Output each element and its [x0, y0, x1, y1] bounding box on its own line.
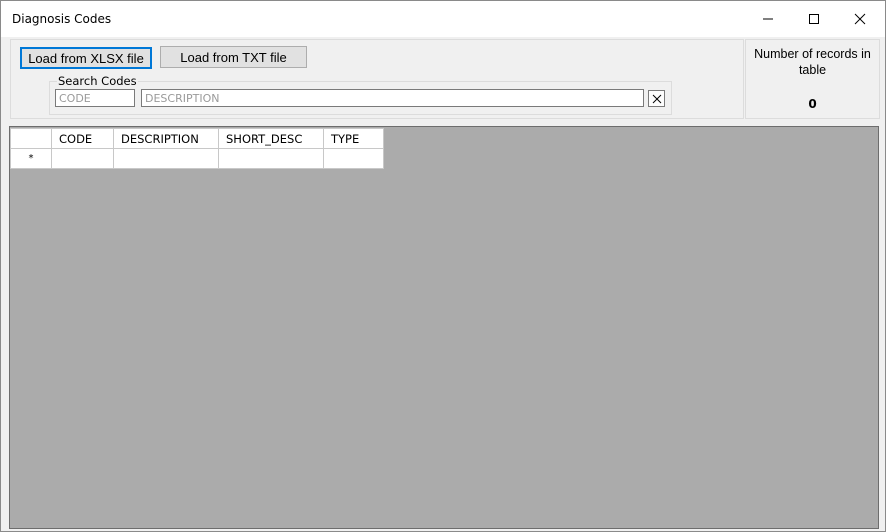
- diagnosis-codes-window: Diagnosis Codes Load from XLSX file Load…: [0, 0, 886, 532]
- grid-table: CODE DESCRIPTION SHORT_DESC TYPE *: [10, 128, 384, 169]
- minimize-icon: [763, 18, 773, 20]
- new-row-code-cell[interactable]: [51, 148, 114, 169]
- close-button[interactable]: [837, 1, 883, 37]
- new-row-type-cell[interactable]: [323, 148, 384, 169]
- grid-header-row: CODE DESCRIPTION SHORT_DESC TYPE: [10, 128, 384, 149]
- close-icon: [854, 13, 866, 25]
- new-row-short-desc-cell[interactable]: [218, 148, 324, 169]
- column-header-code[interactable]: CODE: [51, 128, 114, 149]
- column-header-short-desc[interactable]: SHORT_DESC: [218, 128, 324, 149]
- load-xlsx-button[interactable]: Load from XLSX file: [20, 47, 152, 69]
- records-count-value: 0: [808, 97, 817, 111]
- clear-icon: [652, 94, 661, 103]
- column-header-type[interactable]: TYPE: [323, 128, 384, 149]
- window-title: Diagnosis Codes: [12, 12, 112, 26]
- records-count-label: Number of records in table: [754, 47, 871, 77]
- clear-search-button[interactable]: [648, 90, 665, 107]
- code-search-input[interactable]: CODE: [55, 89, 135, 107]
- column-header-description[interactable]: DESCRIPTION: [113, 128, 219, 149]
- new-row[interactable]: *: [10, 148, 384, 169]
- maximize-button[interactable]: [791, 1, 837, 37]
- maximize-icon: [809, 14, 819, 24]
- description-search-input[interactable]: DESCRIPTION: [141, 89, 644, 107]
- controls-panel: Load from XLSX file Load from TXT file S…: [10, 39, 744, 119]
- records-stats-panel: Number of records in table 0: [745, 39, 880, 119]
- new-row-marker[interactable]: *: [10, 148, 52, 169]
- minimize-button[interactable]: [745, 1, 791, 37]
- search-codes-label: Search Codes: [57, 74, 138, 88]
- new-row-description-cell[interactable]: [113, 148, 219, 169]
- codes-data-grid[interactable]: CODE DESCRIPTION SHORT_DESC TYPE *: [9, 126, 879, 529]
- row-header-corner[interactable]: [10, 128, 52, 149]
- load-txt-button[interactable]: Load from TXT file: [160, 46, 307, 68]
- title-bar[interactable]: Diagnosis Codes: [1, 1, 885, 37]
